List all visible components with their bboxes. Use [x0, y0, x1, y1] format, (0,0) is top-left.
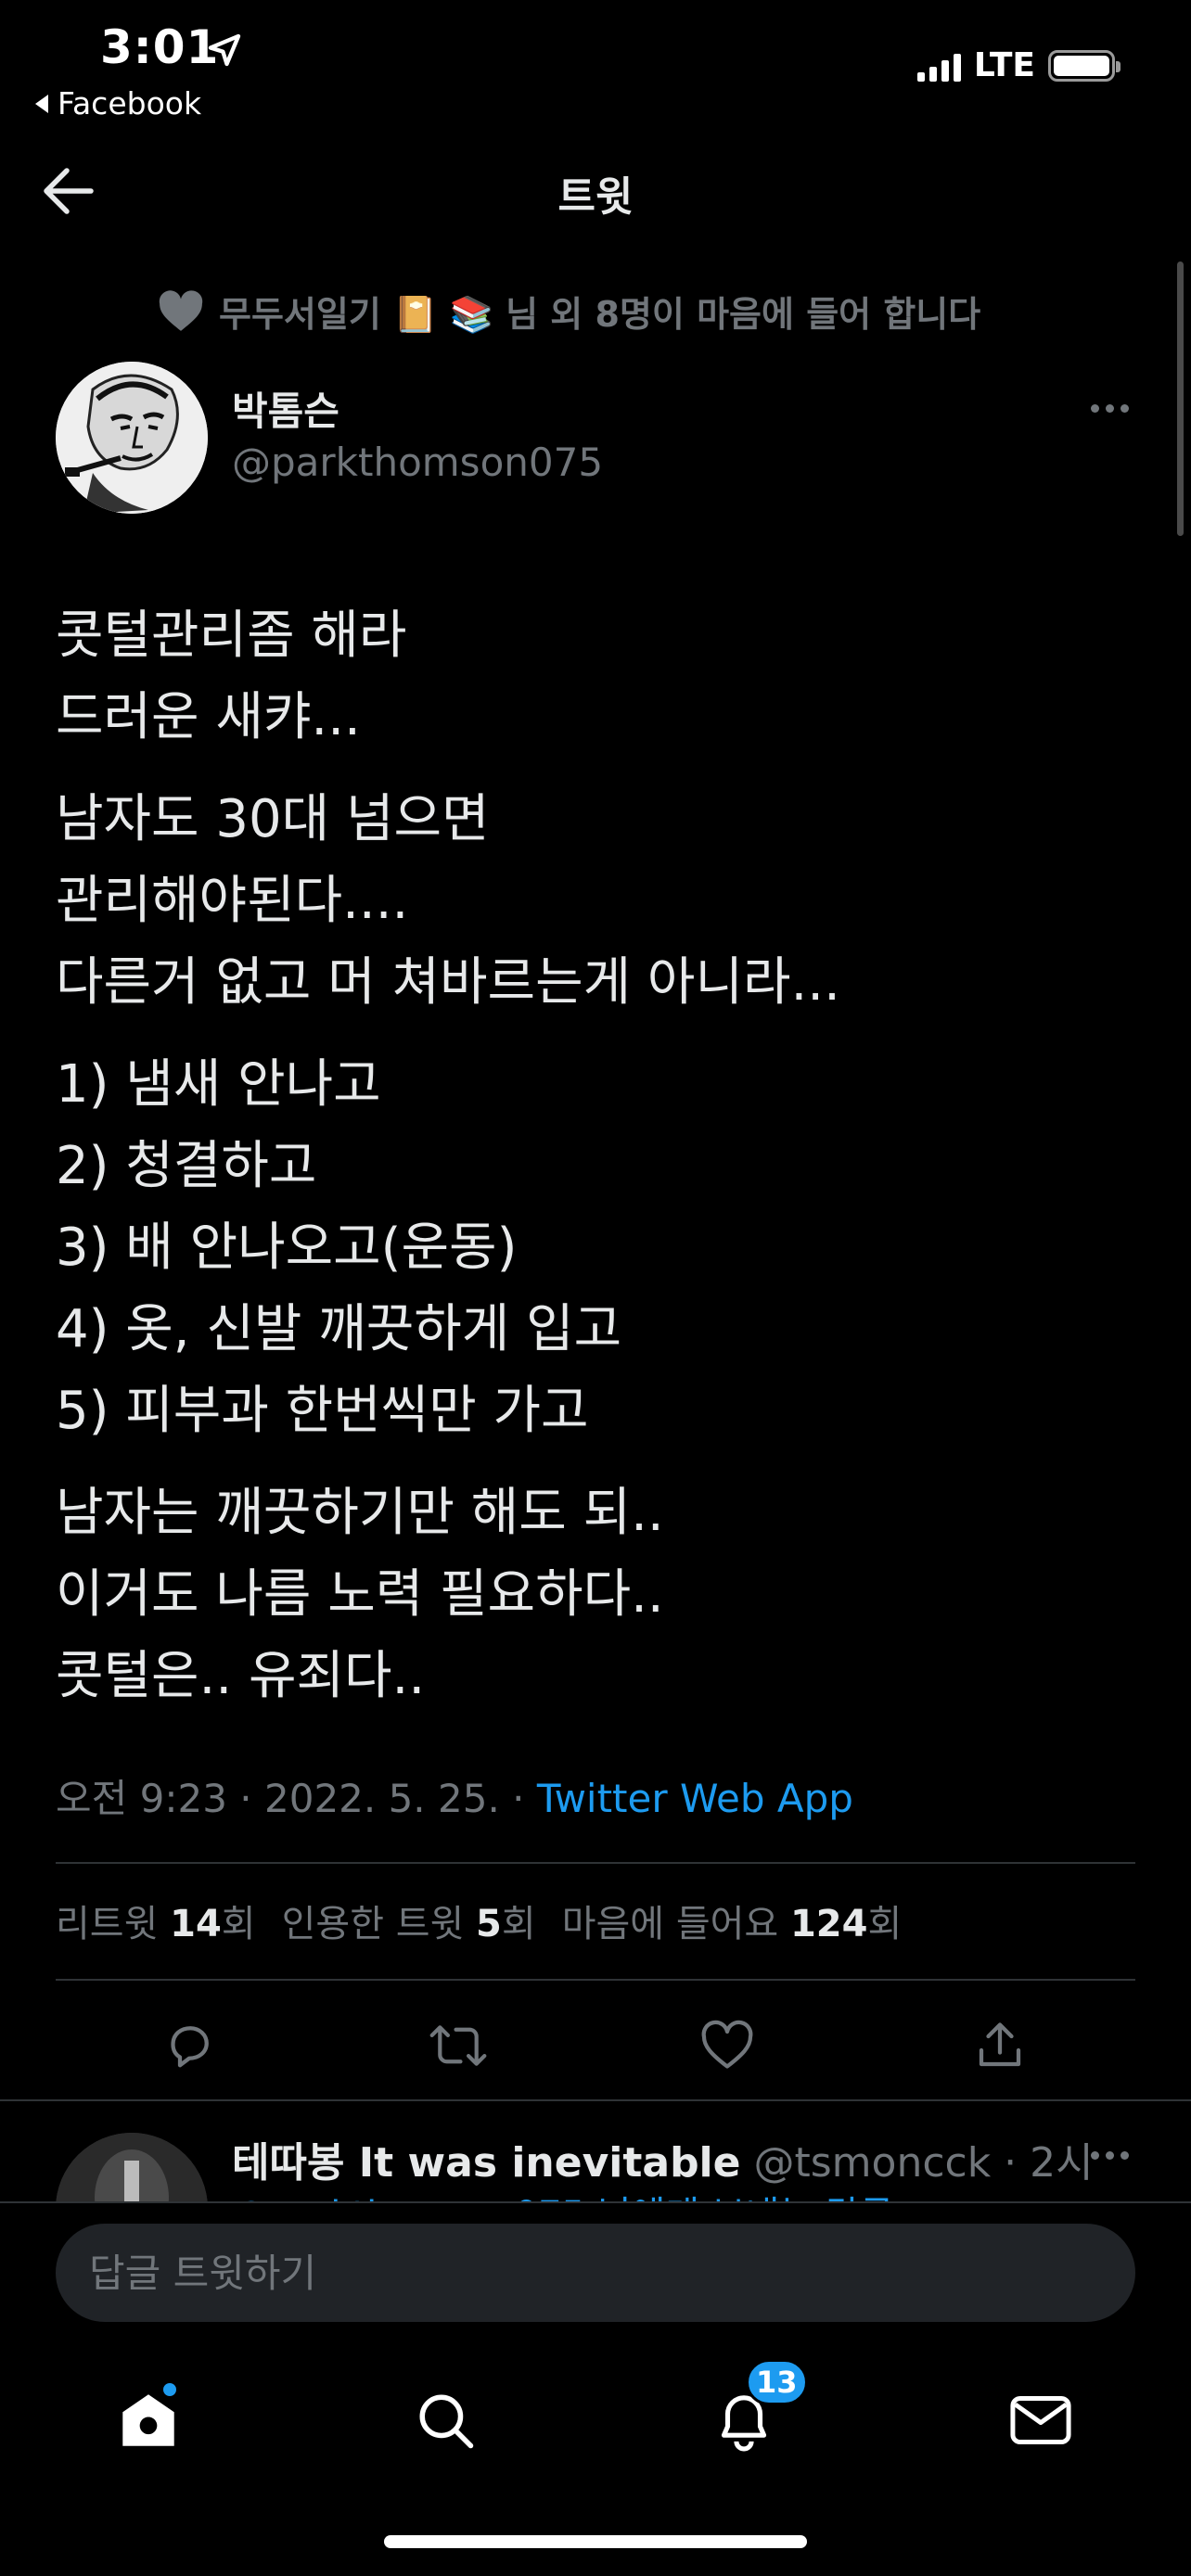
- location-arrow-icon: [208, 33, 241, 67]
- tweet-source-link[interactable]: Twitter Web App: [537, 1776, 853, 1821]
- home-indicator[interactable]: [384, 2535, 807, 2548]
- mail-icon: [1010, 2395, 1071, 2445]
- liked-by-context[interactable]: 무두서일기 📔 📚 님 외 8명이 마음에 들어 합니다: [158, 286, 980, 337]
- author-avatar[interactable]: [56, 362, 208, 514]
- signal-icon: [916, 50, 961, 82]
- scrollbar[interactable]: [1177, 261, 1184, 536]
- avatar-illustration: [56, 362, 208, 514]
- liked-by-text: 무두서일기 📔 📚 님 외 8명이 마음에 들어 합니다: [219, 294, 981, 335]
- tweet-timestamp: 오전 9:23 · 2022. 5. 25. ·: [56, 1776, 537, 1821]
- count-unit: 회: [867, 1903, 903, 1945]
- battery-icon: [1048, 49, 1121, 82]
- network-label: LTE: [973, 46, 1035, 84]
- share-button[interactable]: [963, 2009, 1037, 2083]
- notifications-badge: 13: [746, 2359, 808, 2405]
- back-triangle-icon: [35, 94, 48, 113]
- tweet-text: 콧털관리좀 해라 드러운 새캬... 남자도 30대 넘으면 관리해야된다...…: [56, 575, 1150, 1738]
- reply-handle-time: @tsmoncck · 2시: [740, 2139, 1094, 2187]
- back-to-app-link[interactable]: Facebook: [35, 85, 201, 121]
- more-options-icon[interactable]: [1091, 404, 1129, 413]
- retweets-count-link[interactable]: 리트윗 14회: [56, 1894, 256, 1947]
- retweets-label: 리트윗: [56, 1903, 159, 1945]
- home-unread-dot: [161, 2381, 178, 2398]
- heart-outline-icon: [701, 2020, 753, 2069]
- tweet-line: 관리해야된다....: [56, 871, 409, 931]
- likes-count: 124: [789, 1903, 868, 1945]
- retweet-button[interactable]: [421, 2009, 495, 2083]
- share-icon: [979, 2022, 1021, 2067]
- reply-button[interactable]: [152, 2009, 226, 2083]
- status-indicators: LTE: [916, 46, 1121, 84]
- tweet-line: 다른거 없고 머 쳐바르는게 아니라...: [56, 952, 840, 1013]
- tweet-line: 남자도 30대 넘으면: [56, 789, 490, 849]
- tweet-meta: 오전 9:23 · 2022. 5. 25. · Twitter Web App: [56, 1767, 853, 1824]
- tab-notifications[interactable]: 13: [698, 2359, 808, 2467]
- tweet-line: 5) 피부과 한번씩만 가고: [56, 1381, 589, 1441]
- tweet-line: 이거도 나름 노력 필요하다..: [56, 1564, 664, 1625]
- retweet-icon: [429, 2025, 487, 2066]
- divider: [0, 2099, 1191, 2101]
- tab-messages[interactable]: [994, 2374, 1087, 2467]
- tweet-line: 2) 청결하고: [56, 1136, 317, 1196]
- status-time: 3:01: [100, 20, 220, 74]
- page-title: 트윗: [557, 173, 634, 221]
- retweets-count: 14: [170, 1903, 222, 1945]
- quotes-count: 5: [476, 1903, 502, 1945]
- tab-home[interactable]: [102, 2374, 195, 2467]
- author-handle[interactable]: @parkthomson075: [232, 440, 603, 485]
- tweet-line: 드러운 새캬...: [56, 687, 361, 747]
- reply-compose-input[interactable]: [56, 2224, 1135, 2322]
- tweet-line: 남자는 깨끗하기만 해도 되..: [56, 1483, 664, 1543]
- tweet-action-bar: [0, 2009, 1191, 2083]
- tweet-line: 1) 냄새 안나고: [56, 1054, 381, 1115]
- tweet-line: 콧털은.. 유죄다..: [56, 1646, 426, 1706]
- author-name[interactable]: 박톰슨: [232, 380, 339, 437]
- likes-label: 마음에 들어요: [561, 1903, 779, 1945]
- tab-search[interactable]: [399, 2374, 492, 2467]
- tweet-line: 3) 배 안나오고(운동): [56, 1218, 518, 1278]
- heart-filled-icon: [159, 289, 203, 331]
- search-icon: [419, 2394, 474, 2449]
- reply-header[interactable]: 테따봉 It was inevitable @tsmoncck · 2시: [232, 2129, 1094, 2188]
- quotes-label: 인용한 트윗: [281, 1903, 465, 1945]
- reply-more-options-icon[interactable]: [1091, 2151, 1129, 2160]
- back-app-label: Facebook: [58, 85, 202, 121]
- divider: [56, 1979, 1135, 1981]
- tweet-line: 4) 옷, 신발 깨끗하게 입고: [56, 1299, 622, 1359]
- reply-icon: [171, 2026, 209, 2068]
- count-unit: 회: [501, 1903, 536, 1945]
- tab-bar: 13: [0, 2359, 1191, 2467]
- likes-count-link[interactable]: 마음에 들어요 124회: [562, 1894, 903, 1947]
- tweet-stats: 리트윗 14회 인용한 트윗 5회 마음에 들어요 124회: [56, 1894, 902, 1947]
- reply-author-name: 테따봉 It was inevitable: [232, 2139, 741, 2187]
- like-button[interactable]: [690, 2009, 764, 2083]
- quotes-count-link[interactable]: 인용한 트윗 5회: [282, 1894, 536, 1947]
- tweet-line: 콧털관리좀 해라: [56, 606, 407, 666]
- divider: [56, 1862, 1135, 1864]
- count-unit: 회: [221, 1903, 256, 1945]
